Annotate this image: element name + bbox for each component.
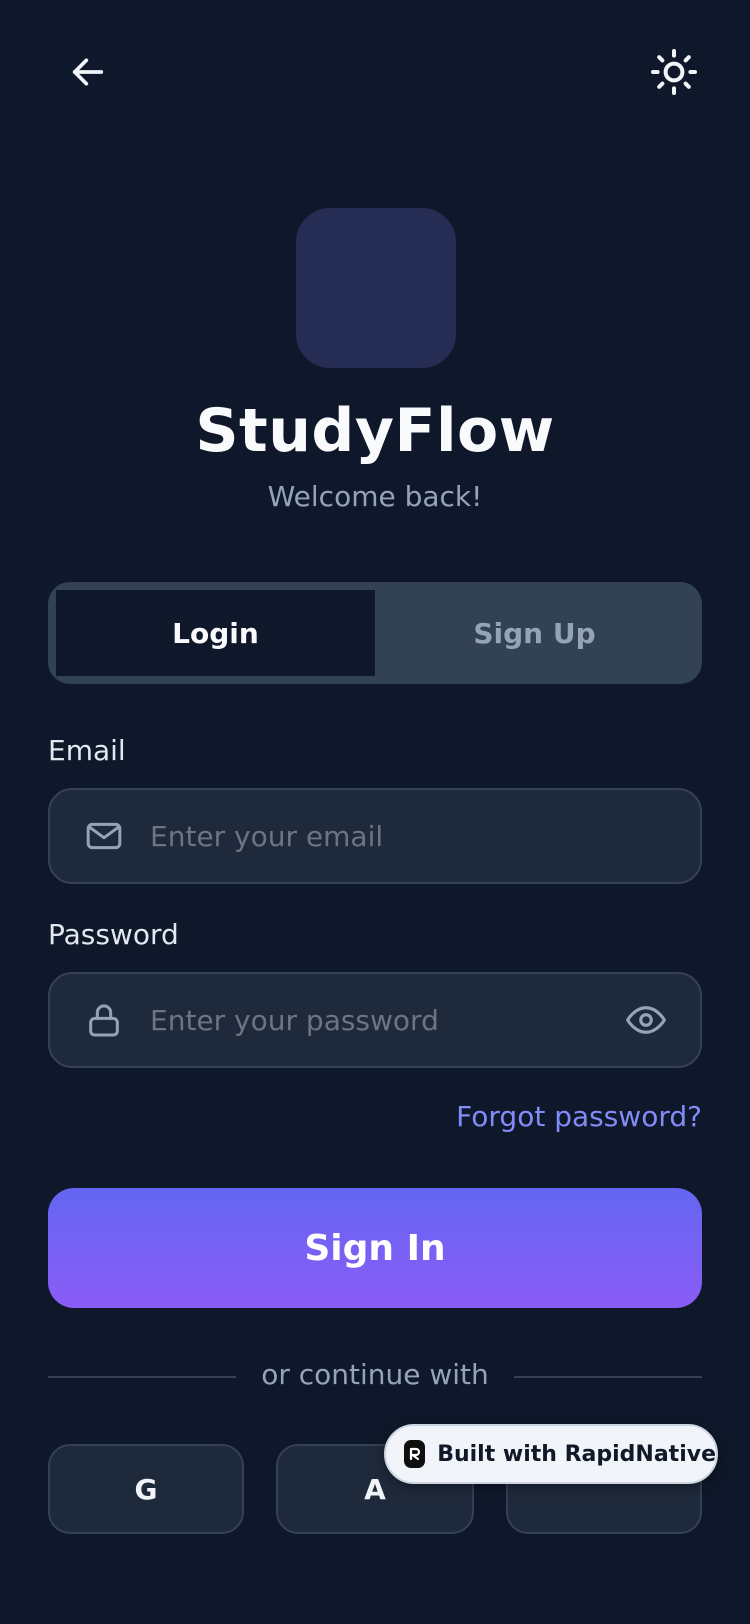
password-input[interactable] [148, 1002, 622, 1038]
mail-icon [84, 816, 124, 856]
password-field-container [48, 972, 702, 1068]
badge-label: Built with RapidNative [437, 1441, 716, 1467]
divider-line-right [514, 1376, 702, 1378]
eye-icon [626, 1006, 666, 1034]
email-input[interactable] [148, 818, 700, 854]
email-field-container [48, 788, 702, 884]
tab-login[interactable]: Login [56, 590, 375, 676]
forgot-password-link[interactable]: Forgot password? [456, 1100, 702, 1133]
divider-label: or continue with [261, 1358, 489, 1391]
lock-icon [84, 1000, 124, 1040]
password-label: Password [48, 918, 179, 951]
welcome-subtitle: Welcome back! [267, 480, 483, 513]
toggle-password-visibility[interactable] [622, 996, 670, 1044]
social-google-button[interactable]: G [48, 1444, 244, 1534]
built-with-badge[interactable]: Built with RapidNative [384, 1424, 718, 1484]
tab-sign-up[interactable]: Sign Up [375, 590, 694, 676]
arrow-left-icon [72, 58, 104, 86]
app-logo [296, 208, 456, 368]
app-title: StudyFlow [195, 396, 555, 466]
rapidnative-logo-icon [404, 1440, 426, 1468]
email-label: Email [48, 734, 126, 767]
theme-toggle-button[interactable] [638, 36, 710, 108]
back-button[interactable] [52, 36, 124, 108]
sun-icon [651, 49, 697, 95]
login-screen: StudyFlow Welcome back! Login Sign Up Em… [0, 0, 750, 1624]
sign-in-button[interactable]: Sign In [48, 1188, 702, 1308]
auth-tabs: Login Sign Up [48, 582, 702, 684]
